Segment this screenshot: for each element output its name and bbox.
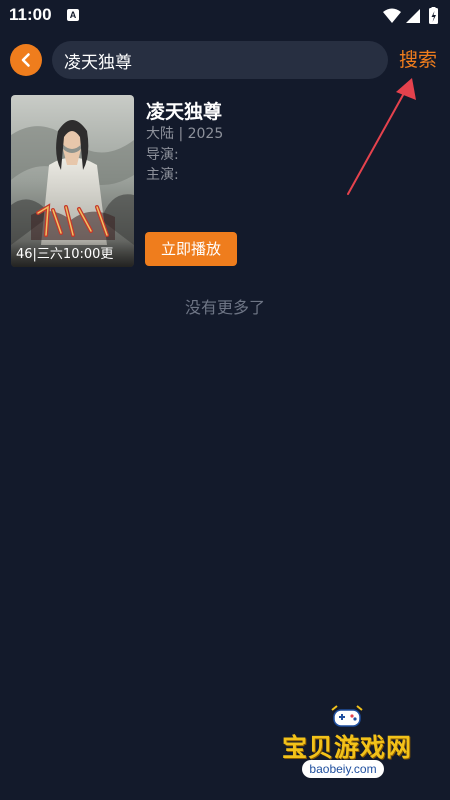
status-bar: 11:00 A xyxy=(0,0,450,32)
chevron-left-icon xyxy=(21,53,30,67)
poster-image[interactable]: 46|三六10:00更 xyxy=(11,95,134,267)
play-now-button[interactable]: 立即播放 xyxy=(145,232,237,266)
no-more-label: 没有更多了 xyxy=(184,298,265,317)
back-button[interactable] xyxy=(10,44,42,76)
status-icons xyxy=(382,7,442,25)
director-label: 导演: xyxy=(146,147,179,163)
episode-update-label: 46|三六10:00更 xyxy=(16,247,114,262)
gamepad-icon xyxy=(331,705,363,727)
region-year: 大陆 | 2025 xyxy=(146,126,224,142)
signal-icon xyxy=(406,9,420,23)
search-box[interactable] xyxy=(52,41,388,79)
screen: 11:00 A 凌天独尊 搜索 46|三六10:00更 凌天独尊 大陆 | 20… xyxy=(0,0,450,800)
notification-app-icon: A xyxy=(67,9,79,21)
search-input[interactable] xyxy=(64,41,374,79)
search-button[interactable]: 搜索 xyxy=(399,47,437,73)
result-item: 46|三六10:00更 凌天独尊 大陆 | 2025 导演: 主演: 立即播放 xyxy=(11,95,441,267)
watermark-logo: 宝贝游戏网 baobeiy.com xyxy=(272,704,422,790)
watermark-brand: 宝贝游戏网 xyxy=(281,733,412,762)
result-title[interactable]: 凌天独尊 xyxy=(146,97,222,124)
cast-label: 主演: xyxy=(146,167,179,183)
poster-caption: 46|三六10:00更 xyxy=(11,241,134,267)
watermark-url: baobeiy.com xyxy=(302,760,384,778)
battery-icon xyxy=(429,7,438,24)
notification-app-letter: A xyxy=(69,10,77,20)
status-time: 11:00 xyxy=(9,5,52,24)
wifi-icon xyxy=(383,8,401,23)
